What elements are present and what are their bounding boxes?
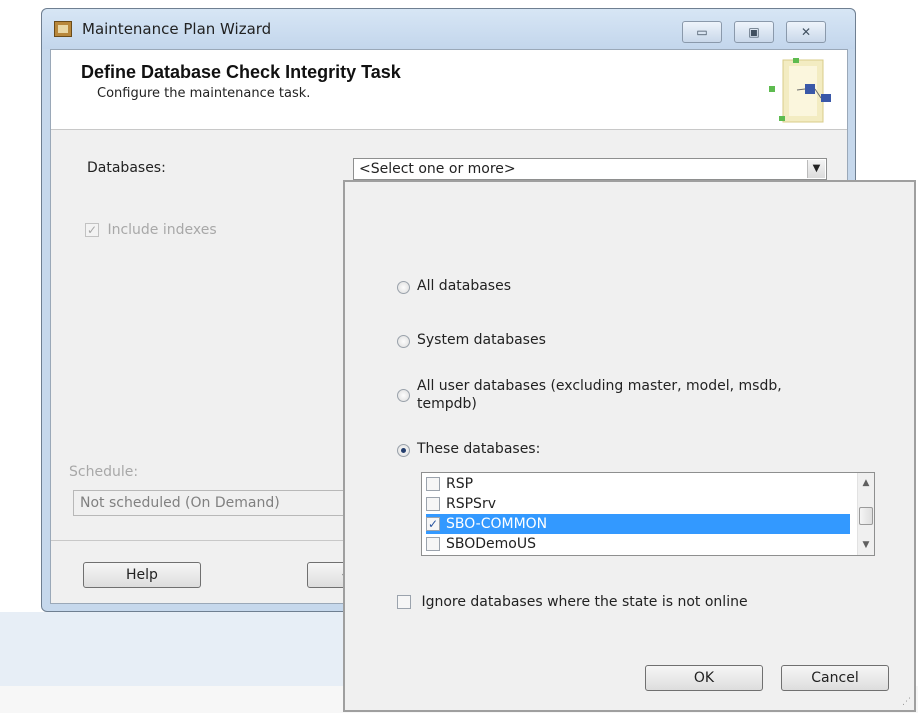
system-databases-label: System databases (417, 332, 546, 348)
database-checkbox[interactable]: ✓ (426, 517, 440, 531)
databases-dropdown[interactable]: <Select one or more> ▼ (353, 158, 827, 180)
databases-label: Databases: (87, 160, 166, 176)
database-checkbox[interactable] (426, 477, 440, 491)
ignore-offline-option: Ignore databases where the state is not … (397, 594, 748, 610)
app-icon (54, 21, 72, 37)
scroll-down-arrow-icon[interactable]: ▼ (858, 537, 874, 553)
window-title: Maintenance Plan Wizard (82, 20, 272, 38)
ignore-offline-label: Ignore databases where the state is not … (421, 594, 748, 610)
database-name: SBO-COMMON (446, 516, 548, 532)
ok-button[interactable]: OK (645, 665, 763, 691)
list-item[interactable]: RSP (426, 474, 850, 494)
user-databases-label-line2: tempdb) (417, 396, 477, 412)
database-name: SBODemoUS (446, 536, 536, 552)
resize-grip-icon[interactable]: ⋰ (902, 697, 911, 707)
help-button[interactable]: Help (83, 562, 201, 588)
these-databases-label: These databases: (417, 441, 541, 457)
page-subtitle: Configure the maintenance task. (97, 86, 311, 101)
schedule-label: Schedule: (69, 464, 139, 480)
title-bar[interactable]: Maintenance Plan Wizard ▭ ▣ ✕ (42, 9, 855, 49)
list-scrollbar[interactable]: ▲ ▼ (857, 473, 874, 555)
cancel-button[interactable]: Cancel (781, 665, 889, 691)
database-list[interactable]: RSP RSPSrv ✓ SBO-COMMON SBODemoUS ▲ ▼ (421, 472, 875, 556)
include-indexes-checkbox[interactable]: ✓ (85, 223, 99, 237)
database-name: RSPSrv (446, 496, 496, 512)
radio-these-databases[interactable] (397, 444, 410, 457)
radio-all-databases[interactable] (397, 281, 410, 294)
database-checkbox[interactable] (426, 497, 440, 511)
list-item[interactable]: RSPSrv (426, 494, 850, 514)
chevron-down-icon[interactable]: ▼ (807, 160, 825, 178)
page-title: Define Database Check Integrity Task (81, 62, 401, 82)
minimize-button[interactable]: ▭ (682, 21, 722, 43)
user-databases-label: All user databases (excluding master, mo… (417, 378, 782, 394)
ignore-offline-checkbox[interactable] (397, 595, 411, 609)
list-item[interactable]: ✓ SBO-COMMON (426, 514, 850, 534)
close-button[interactable]: ✕ (786, 21, 826, 43)
database-selection-popup: All databases System databases All user … (343, 180, 916, 712)
maximize-button[interactable]: ▣ (734, 21, 774, 43)
database-name: RSP (446, 476, 474, 492)
scroll-up-arrow-icon[interactable]: ▲ (858, 475, 874, 491)
list-item[interactable]: SBODemoUS (426, 534, 850, 554)
radio-user-databases[interactable] (397, 389, 410, 402)
radio-system-databases[interactable] (397, 335, 410, 348)
database-checkbox[interactable] (426, 537, 440, 551)
wizard-header: Define Database Check Integrity Task Con… (51, 50, 847, 130)
wizard-banner-icon (769, 58, 831, 123)
databases-dropdown-value: <Select one or more> (359, 161, 516, 177)
all-databases-label: All databases (417, 278, 512, 294)
include-indexes-option: ✓ Include indexes (85, 222, 217, 238)
include-indexes-label: Include indexes (107, 222, 217, 238)
schedule-field: Not scheduled (On Demand) (73, 490, 363, 516)
scrollbar-thumb[interactable] (859, 507, 873, 525)
